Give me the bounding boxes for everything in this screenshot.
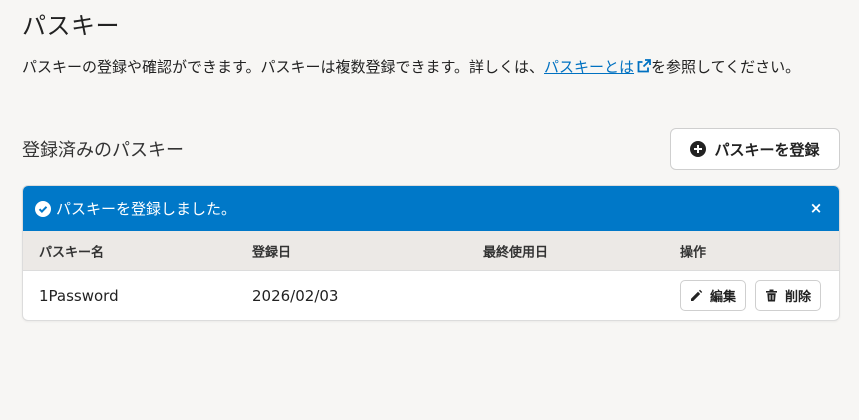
table-row: 1Password 2026/02/03 編集 削除 [23, 271, 839, 320]
description-text-end: を参照してください。 [651, 58, 801, 76]
trash-icon [766, 289, 777, 302]
check-circle-icon [35, 200, 51, 217]
alert-close-button[interactable]: × [807, 199, 825, 217]
header-actions: 操作 [680, 245, 707, 260]
passkey-table-card: パスキーを登録しました。 × パスキー名 登録日 最終使用日 操作 1Passw… [22, 185, 840, 321]
header-last-used-date: 最終使用日 [483, 245, 549, 260]
page-description: パスキーの登録や確認ができます。パスキーは複数登録できます。詳しくは、パスキーと… [22, 54, 837, 81]
register-passkey-button[interactable]: パスキーを登録 [670, 128, 840, 170]
plus-circle-icon [690, 141, 707, 157]
header-registered-date: 登録日 [252, 245, 292, 260]
alert-message: パスキーを登録しました。 [56, 200, 237, 218]
registered-date: 2026/02/03 [252, 286, 339, 305]
pencil-icon [691, 289, 703, 301]
edit-label: 編集 [710, 290, 737, 305]
register-passkey-label: パスキーを登録 [714, 140, 820, 159]
section-title: 登録済みのパスキー [22, 140, 184, 161]
passkey-help-link[interactable]: パスキーとは [544, 58, 651, 76]
table-header: パスキー名 登録日 最終使用日 操作 [23, 231, 839, 271]
delete-label: 削除 [785, 290, 812, 305]
description-text: パスキーの登録や確認ができます。パスキーは複数登録できます。詳しくは、 [22, 58, 545, 76]
delete-button[interactable]: 削除 [755, 280, 822, 311]
page-title: パスキー [22, 12, 120, 40]
edit-button[interactable]: 編集 [680, 280, 747, 311]
header-passkey-name: パスキー名 [39, 245, 105, 260]
success-alert: パスキーを登録しました。 × [23, 186, 839, 231]
passkey-name: 1Password [39, 286, 119, 305]
external-link-icon [637, 59, 651, 73]
passkey-help-link-label: パスキーとは [544, 58, 635, 76]
